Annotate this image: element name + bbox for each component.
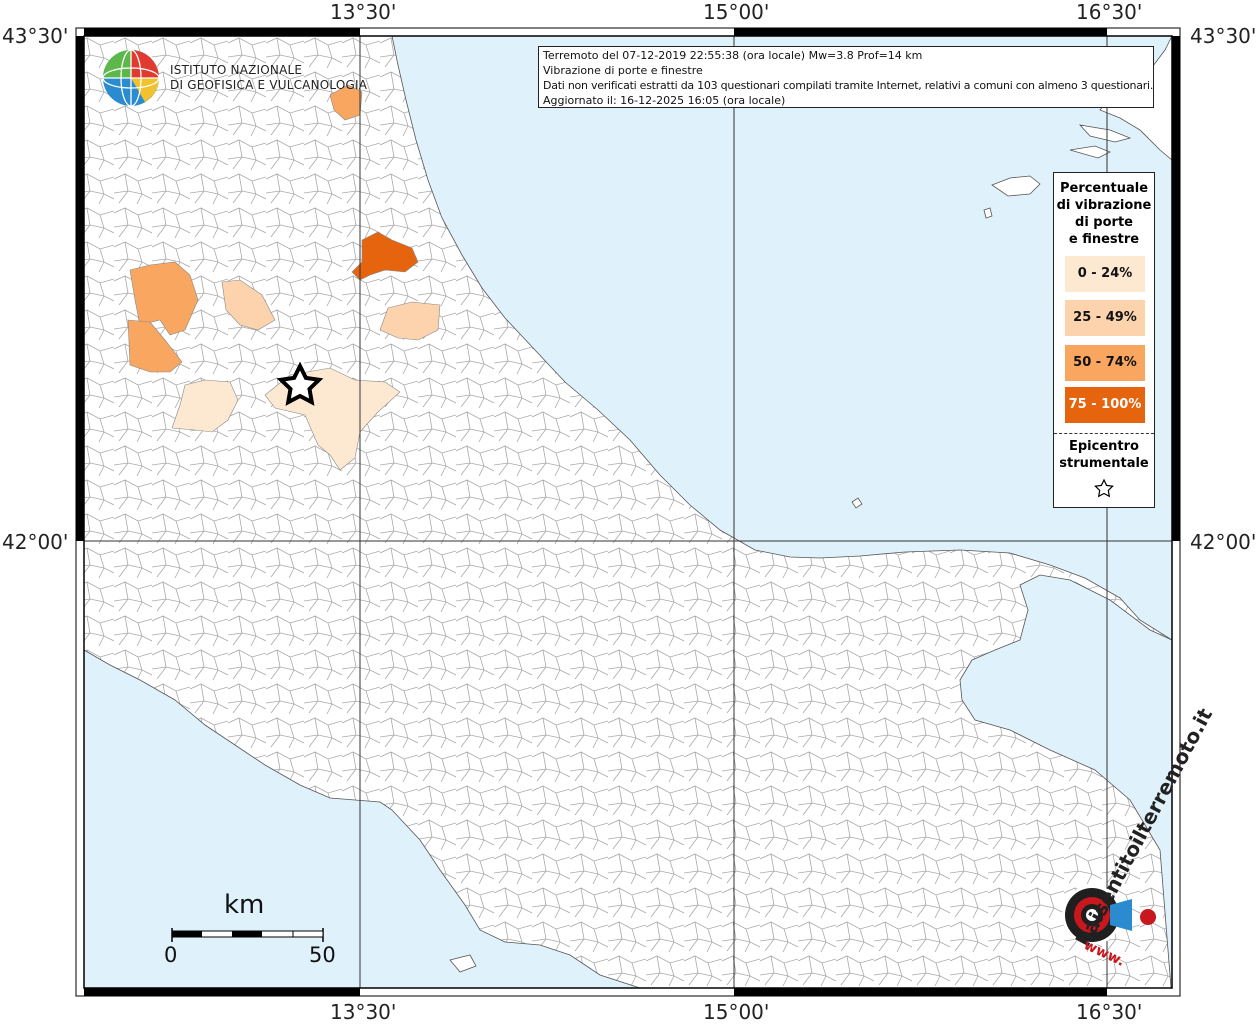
legend-item-0-24: 0 - 24% [1065,256,1145,292]
lon-label-1630-bottom: 16°30' [1076,1000,1143,1024]
frame-bar-left-1 [76,36,84,541]
frame-bar-top-1 [84,28,360,36]
legend-title: Percentuale di vibrazione di porte e fin… [1054,180,1154,248]
scale-start-label: 0 [164,943,178,967]
frame-bar-right-1 [1172,36,1180,541]
event-info-line1: Terremoto del 07-12-2019 22:55:38 (ora l… [543,49,923,62]
legend-epicenter-line2: strumentale [1059,456,1149,471]
lat-label-4200-left: 42°00' [2,530,69,554]
ingv-logo-line1: ISTITUTO NAZIONALE [170,63,303,77]
lon-label-1330-bottom: 13°30' [330,1000,397,1024]
lon-label-1500-top: 15°00' [703,0,770,24]
legend-item-75-100: 75 - 100% [1065,387,1145,423]
legend-epicenter-label: Epicentro strumentale [1054,438,1154,472]
legend-title-line1: Percentuale [1059,181,1149,196]
event-info-line4: Aggiornato il: 16-12-2025 16:05 (ora loc… [543,94,786,107]
lat-label-4330-right: 43°30' [1190,24,1256,48]
map[interactable]: haisentitoilterremoto.it www. [0,0,1256,1024]
lat-label-4200-right: 42°00' [1190,530,1256,554]
legend-title-line4: e finestre [1068,232,1140,247]
scale-end-label: 50 [309,943,336,967]
legend-item-25-49: 25 - 49% [1065,300,1145,336]
event-info-box: Terremoto del 07-12-2019 22:55:38 (ora l… [538,46,1154,108]
event-info-line2: Vibrazione di porte e finestre [543,64,703,77]
legend-item-50-74: 50 - 74% [1065,345,1145,381]
legend-separator [1054,433,1154,434]
ingv-logo-line2: DI GEOFISICA E VULCANOLOGIA [170,78,368,92]
ingv-globe-icon [102,49,160,107]
lon-label-1630-top: 16°30' [1076,0,1143,24]
legend-epicenter-line1: Epicentro [1069,439,1139,454]
lon-label-1500-bottom: 15°00' [703,1000,770,1024]
legend-panel: Percentuale di vibrazione di porte e fin… [1053,172,1155,508]
event-info-line3: Dati non verificati estratti da 103 ques… [543,79,1154,92]
frame-bar-bottom-1 [84,988,360,996]
legend-title-line3: di porte [1075,215,1133,230]
scale-unit-label: km [224,890,265,920]
frame-bar-bottom-2 [734,988,1107,996]
lat-label-4330-left: 43°30' [2,24,69,48]
legend-title-line2: di vibrazione [1056,198,1152,213]
legend-star-icon [1094,478,1114,498]
frame-bar-top-2 [734,28,1107,36]
lon-label-1330-top: 13°30' [330,0,397,24]
